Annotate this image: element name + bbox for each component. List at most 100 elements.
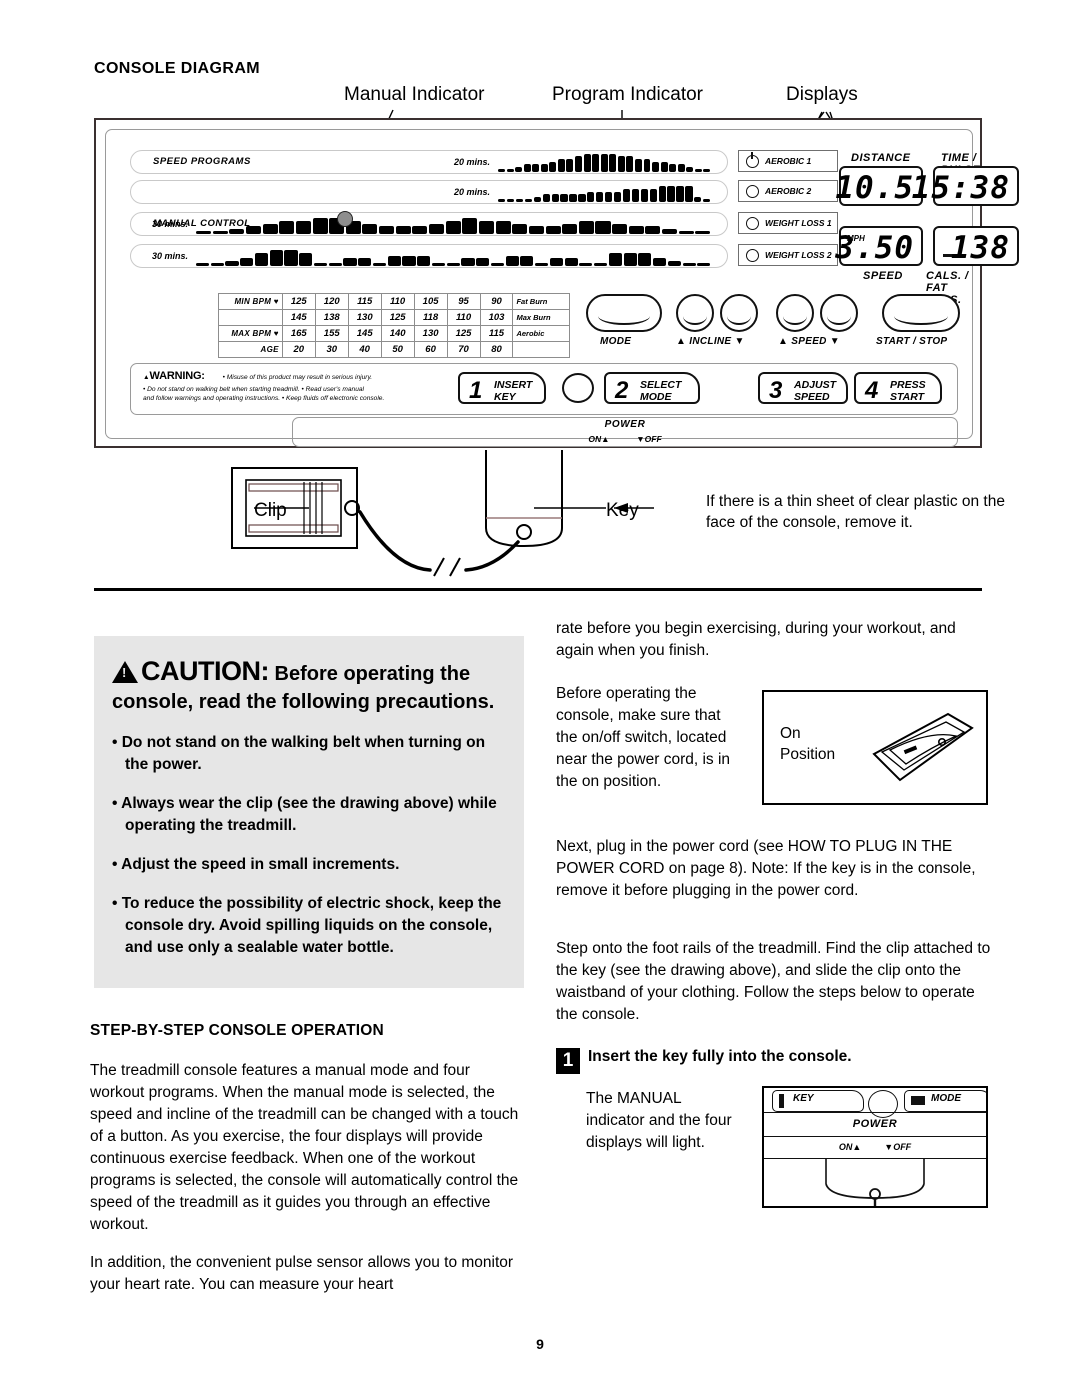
profile-bar: [703, 199, 711, 202]
step-number-glyph: [779, 1094, 784, 1108]
profile-bar: [594, 263, 608, 266]
profile-bar: [628, 226, 644, 234]
figure-power-label: POWER: [852, 1118, 898, 1130]
profile-bar: [622, 189, 631, 202]
table-cell: 20: [281, 341, 316, 358]
profile-bar: [545, 226, 561, 234]
display-speed: MPH 3.50: [835, 226, 923, 266]
speed-up-button[interactable]: [776, 294, 814, 332]
figure-key-slot-icon: [868, 1090, 898, 1118]
foot-rails-paragraph: Step onto the foot rails of the treadmil…: [556, 940, 991, 1023]
display-label-distance: DISTANCE: [851, 152, 911, 164]
profile-bar: [446, 263, 460, 266]
profile-graph-weight-loss-2: [196, 246, 712, 266]
indicator-weight-loss-2: WEIGHT LOSS 2: [738, 244, 838, 266]
step-line-2: START: [890, 391, 925, 403]
profile-bar: [532, 164, 540, 172]
display-time-pulse: 15:38: [912, 166, 1019, 206]
profile-bar: [417, 255, 431, 266]
step-button-press-start[interactable]: 4 PRESS START: [854, 372, 942, 404]
table-cell: 80: [479, 341, 514, 358]
led-icon: [746, 152, 759, 168]
profile-bar: [682, 263, 696, 266]
program-duration-4: 30 mins.: [152, 251, 189, 261]
profile-bar: [640, 189, 648, 202]
profile-bar: [402, 255, 416, 266]
step-1-title: Insert the key fully into the console.: [588, 1048, 852, 1065]
table-cell: 115: [479, 325, 514, 342]
indicator-weight-loss-1: WEIGHT LOSS 1: [738, 212, 838, 234]
profile-bar: [299, 253, 313, 266]
profile-bar: [569, 194, 577, 202]
incline-down-button[interactable]: [720, 294, 758, 332]
profile-bar: [535, 263, 549, 266]
warning-triangle-icon: [112, 661, 138, 683]
triangle-down-icon: ▼: [829, 336, 840, 347]
profile-bar: [613, 191, 622, 202]
profile-bar: [312, 218, 328, 234]
profile-bar: [634, 159, 642, 172]
profile-bar: [562, 223, 578, 234]
profile-bar: [662, 228, 678, 234]
profile-bar: [445, 221, 461, 234]
indicator-label: WEIGHT LOSS 2: [765, 250, 832, 260]
zone-label: Fat Burn: [512, 293, 570, 310]
step-number: 4: [865, 377, 879, 404]
profile-bar: [506, 169, 514, 172]
mode-button[interactable]: [586, 294, 662, 332]
profile-bar: [660, 161, 668, 172]
profile-bar: [254, 253, 269, 266]
profile-bar: [343, 258, 357, 266]
table-cell: 120: [314, 293, 349, 310]
profile-bar: [694, 169, 702, 172]
profile-bar: [578, 221, 594, 234]
profile-bar: [358, 258, 372, 266]
program-duration-3: 30 mins.: [152, 219, 189, 229]
profile-bar: [372, 263, 387, 266]
speed-buttons-label: ▲ SPEED ▼: [778, 336, 840, 347]
profile-bar: [523, 164, 531, 172]
heart-rate-zone-table: MIN BPM ♥ 125 120 115 110 105 95 90 Fat Burn 145 1…: [218, 293, 570, 358]
program-duration-2: 20 mins.: [454, 187, 491, 197]
profile-bar: [533, 196, 541, 202]
profile-bar: [328, 263, 342, 266]
profile-bar: [542, 194, 550, 202]
profile-bar: [703, 169, 711, 172]
table-cell: 90: [479, 293, 514, 310]
triangle-down-icon: ▼: [884, 1142, 894, 1152]
profile-bar: [524, 199, 533, 202]
start-stop-button[interactable]: [882, 294, 960, 332]
profile-bar: [652, 161, 660, 172]
indicator-aerobic-2: AEROBIC 2: [738, 180, 838, 202]
zone-label: Max Burn: [512, 309, 570, 326]
profile-bar: [262, 223, 278, 234]
profile-bar: [431, 263, 446, 266]
profile-bar: [313, 263, 328, 266]
figure-select-mode-button: MODE: [904, 1090, 986, 1112]
zone-label: Aerobic: [512, 325, 570, 342]
table-cell: 110: [446, 309, 481, 326]
step-number: 3: [769, 377, 783, 404]
step-button-select-mode[interactable]: 2 SELECT MODE: [604, 372, 700, 404]
profile-bar: [694, 196, 702, 202]
incline-up-button[interactable]: [676, 294, 714, 332]
profile-bar: [212, 231, 228, 234]
power-switch-panel: POWER ON▲ ▼OFF: [292, 417, 958, 447]
profile-bar: [667, 186, 675, 202]
figure-mode-label: MODE: [931, 1093, 961, 1104]
table-cell: 155: [314, 325, 349, 342]
table-row: MIN BPM ♥ 125 120 115 110 105 95 90 Fat Burn: [218, 293, 570, 310]
step-button-adjust-speed[interactable]: 3 ADJUST SPEED: [758, 372, 848, 404]
speed-down-button[interactable]: [820, 294, 858, 332]
table-cell: 125: [380, 309, 415, 326]
triangle-up-icon: ▲: [601, 434, 610, 444]
caution-item: • Do not stand on the walking belt when …: [112, 734, 486, 774]
profile-bar: [495, 221, 511, 234]
step-button-insert-key[interactable]: 1 INSERT KEY: [458, 372, 546, 404]
profile-bar: [578, 194, 586, 202]
row-header: [218, 309, 283, 326]
table-cell: 50: [380, 341, 415, 358]
clip-key-drawing: [231, 450, 654, 577]
step-number: 2: [615, 377, 629, 404]
table-cell: 118: [413, 309, 448, 326]
